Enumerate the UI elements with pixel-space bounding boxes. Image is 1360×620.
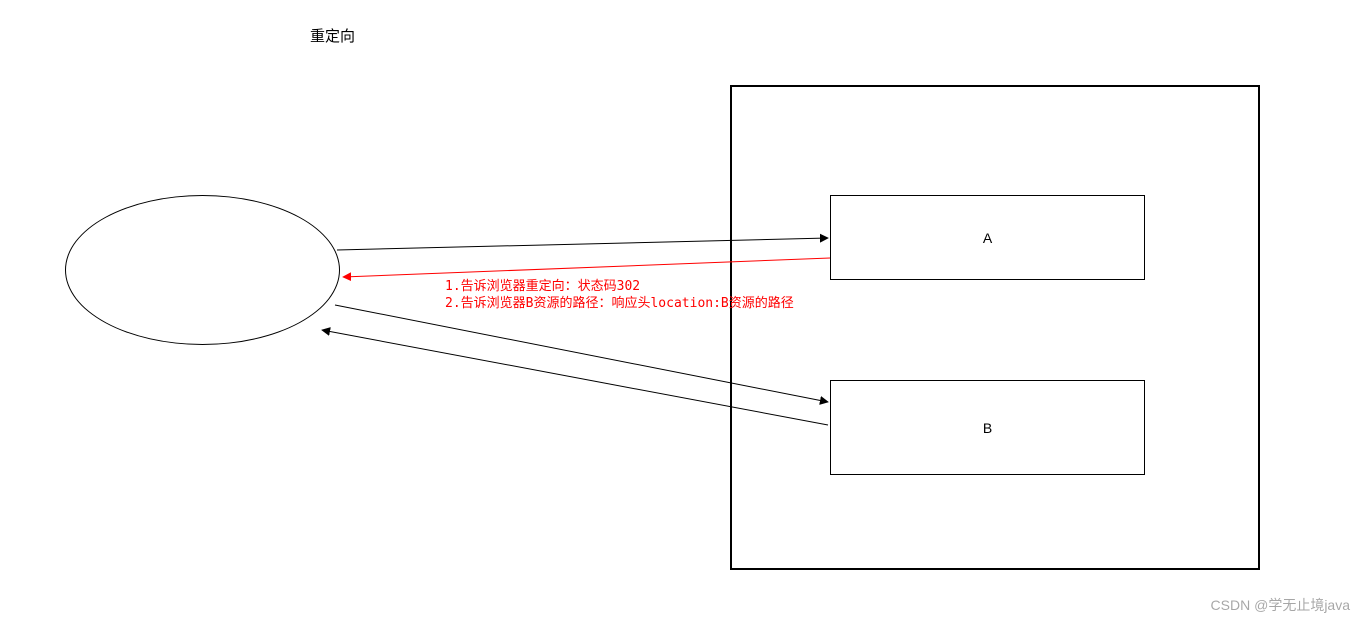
resource-box-b: B: [830, 380, 1145, 475]
client-ellipse: [65, 195, 340, 345]
redirect-annotation: 1.告诉浏览器重定向：状态码302 2.告诉浏览器B资源的路径：响应头locat…: [445, 279, 794, 313]
resource-box-a: A: [830, 195, 1145, 280]
annotation-line-1: 1.告诉浏览器重定向：状态码302: [445, 279, 794, 296]
annotation-line-2: 2.告诉浏览器B资源的路径：响应头location:B资源的路径: [445, 296, 794, 313]
resource-b-label: B: [983, 420, 992, 436]
diagram-title: 重定向: [310, 25, 355, 46]
resource-a-label: A: [983, 230, 992, 246]
server-container: [730, 85, 1260, 570]
watermark: CSDN @学无止境java: [1211, 595, 1350, 615]
